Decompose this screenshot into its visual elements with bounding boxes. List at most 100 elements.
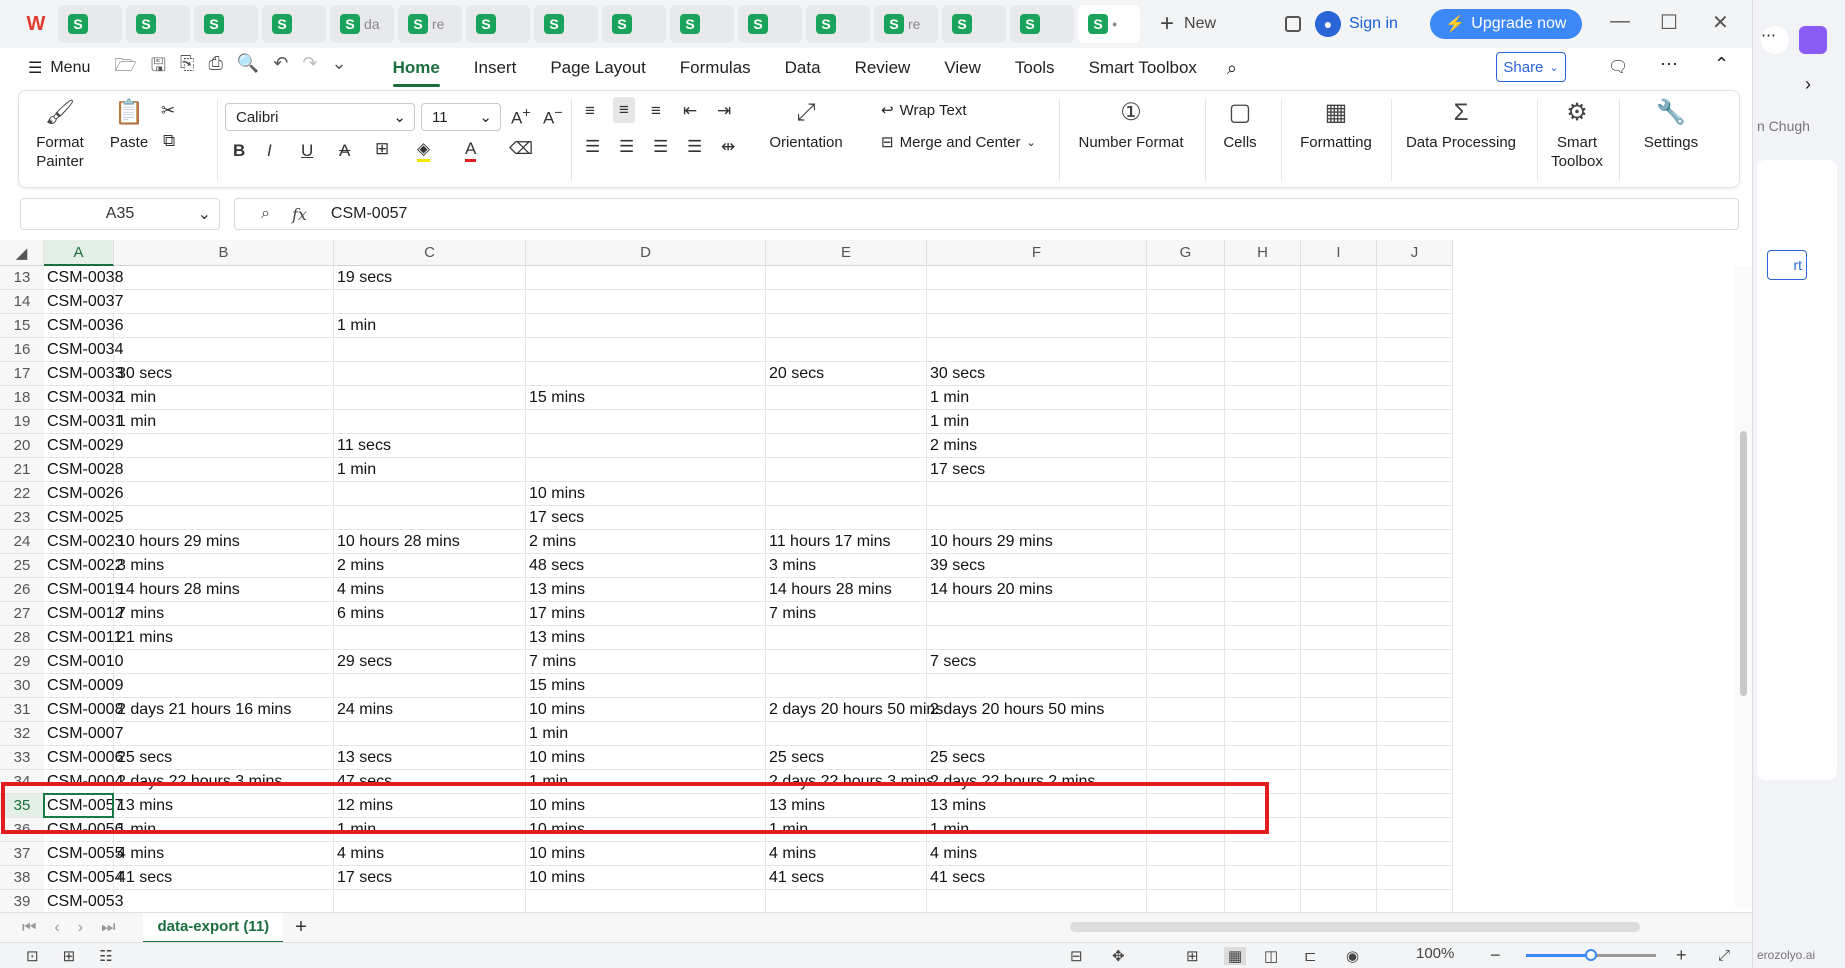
table-cell[interactable]: 41 secs <box>927 866 1147 890</box>
fullscreen-icon[interactable]: ⤢ <box>1718 947 1730 964</box>
document-tab[interactable]: S <box>262 5 326 43</box>
table-cell[interactable] <box>1377 890 1453 912</box>
table-cell[interactable] <box>1377 842 1453 866</box>
cut-icon[interactable]: ✂ <box>161 101 175 121</box>
table-cell[interactable] <box>1225 794 1301 818</box>
table-cell[interactable] <box>1147 602 1225 626</box>
table-cell[interactable] <box>1301 290 1377 314</box>
minimize-icon[interactable]: — <box>1610 10 1630 33</box>
row-header[interactable]: 21 <box>0 458 44 482</box>
document-tab[interactable]: Sre <box>874 5 938 43</box>
redo-icon[interactable]: ↷ <box>302 53 317 83</box>
wrap-text-button[interactable]: ↩ Wrap Text <box>881 101 967 120</box>
crosshair-icon[interactable]: ✥ <box>1112 947 1125 965</box>
table-cell[interactable]: 1 min <box>334 458 526 482</box>
table-cell[interactable] <box>526 434 766 458</box>
collapse-ribbon-icon[interactable]: ⌃ <box>1714 54 1729 75</box>
table-cell[interactable] <box>334 482 526 506</box>
sign-in-button[interactable]: ● Sign in <box>1315 11 1398 37</box>
table-cell[interactable] <box>766 410 927 434</box>
table-cell[interactable]: 29 secs <box>334 650 526 674</box>
formula-input[interactable]: CSM-0057 <box>331 205 407 223</box>
sheet-list-icon[interactable]: ⊞ <box>63 947 76 965</box>
row-header[interactable]: 27 <box>0 602 44 626</box>
table-cell[interactable]: 4 mins <box>114 842 334 866</box>
macro-icon[interactable]: ⊡ <box>26 947 39 965</box>
copilot-icon[interactable] <box>1799 26 1827 54</box>
table-cell[interactable] <box>1301 842 1377 866</box>
table-cell[interactable] <box>114 458 334 482</box>
table-cell[interactable] <box>1377 626 1453 650</box>
table-cell[interactable] <box>927 674 1147 698</box>
table-cell[interactable]: 19 secs <box>334 266 526 290</box>
table-cell[interactable] <box>1147 746 1225 770</box>
more-options-icon[interactable]: ⋯ <box>1660 54 1678 75</box>
number-format-button[interactable]: ① Number Format <box>1071 97 1191 152</box>
more-icon[interactable]: ⋯ <box>1761 26 1789 54</box>
table-cell[interactable]: CSM-0055 <box>44 842 123 866</box>
table-cell[interactable] <box>1225 890 1301 912</box>
table-cell[interactable]: 14 hours 28 mins <box>766 578 927 602</box>
table-cell[interactable] <box>1147 866 1225 890</box>
justify-icon[interactable]: ☰ <box>687 137 702 157</box>
table-cell[interactable] <box>114 482 334 506</box>
notes-icon[interactable]: ☷ <box>99 947 112 965</box>
name-box[interactable]: A35 ⌄ <box>20 198 220 230</box>
tab-view[interactable]: View <box>944 58 981 78</box>
table-cell[interactable]: 30 secs <box>114 362 334 386</box>
add-sheet-icon[interactable]: + <box>295 916 307 939</box>
table-cell[interactable] <box>114 338 334 362</box>
document-tab[interactable]: S <box>602 5 666 43</box>
table-cell[interactable] <box>1225 290 1301 314</box>
table-cell[interactable]: CSM-0009 <box>44 674 123 698</box>
table-cell[interactable]: 10 hours 29 mins <box>927 530 1147 554</box>
row-header[interactable]: 33 <box>0 746 44 770</box>
table-cell[interactable] <box>334 290 526 314</box>
table-cell[interactable] <box>1147 386 1225 410</box>
row-header[interactable]: 30 <box>0 674 44 698</box>
row-header[interactable]: 26 <box>0 578 44 602</box>
document-tab[interactable]: S <box>194 5 258 43</box>
table-cell[interactable]: 4 mins <box>334 578 526 602</box>
table-cell[interactable] <box>1147 818 1225 842</box>
borders-icon[interactable]: ⊞ <box>375 139 389 159</box>
table-cell[interactable] <box>1377 338 1453 362</box>
table-cell[interactable]: 10 mins <box>526 746 766 770</box>
wps-logo-icon[interactable]: W <box>18 6 54 42</box>
last-sheet-icon[interactable]: ⏭ <box>101 919 115 937</box>
table-cell[interactable]: CSM-0054 <box>44 866 123 890</box>
chevron-down-icon[interactable]: ⌄ <box>331 53 346 83</box>
table-cell[interactable] <box>1301 314 1377 338</box>
table-cell[interactable]: 2 mins <box>526 530 766 554</box>
table-cell[interactable] <box>1225 674 1301 698</box>
table-cell[interactable]: CSM-0033 <box>44 362 123 386</box>
table-cell[interactable]: CSM-0022 <box>44 554 123 578</box>
table-cell[interactable]: 2 days 22 hours 2 mins <box>927 770 1147 794</box>
column-header[interactable]: C <box>334 240 526 266</box>
table-cell[interactable] <box>927 626 1147 650</box>
column-header[interactable]: I <box>1301 240 1377 266</box>
zoom-level[interactable]: 100% <box>1416 945 1454 962</box>
align-center-icon[interactable]: ☰ <box>619 137 634 157</box>
row-header[interactable]: 31 <box>0 698 44 722</box>
table-cell[interactable] <box>927 314 1147 338</box>
bold-icon[interactable]: B <box>233 141 245 161</box>
table-cell[interactable] <box>1377 770 1453 794</box>
table-cell[interactable] <box>1301 530 1377 554</box>
table-cell[interactable]: CSM-0037 <box>44 290 123 314</box>
table-cell[interactable] <box>927 890 1147 912</box>
zoom-out-icon[interactable]: − <box>1490 945 1501 966</box>
zoom-slider-knob[interactable] <box>1585 949 1597 961</box>
table-cell[interactable]: 25 secs <box>927 746 1147 770</box>
table-cell[interactable] <box>114 266 334 290</box>
table-cell[interactable]: 41 secs <box>766 866 927 890</box>
tab-insert[interactable]: Insert <box>474 58 517 78</box>
table-cell[interactable] <box>1301 506 1377 530</box>
table-cell[interactable]: 14 hours 28 mins <box>114 578 334 602</box>
table-cell[interactable] <box>766 434 927 458</box>
table-cell[interactable] <box>1377 746 1453 770</box>
table-cell[interactable] <box>1377 554 1453 578</box>
table-cell[interactable] <box>114 650 334 674</box>
table-cell[interactable] <box>1147 362 1225 386</box>
table-cell[interactable] <box>1225 338 1301 362</box>
